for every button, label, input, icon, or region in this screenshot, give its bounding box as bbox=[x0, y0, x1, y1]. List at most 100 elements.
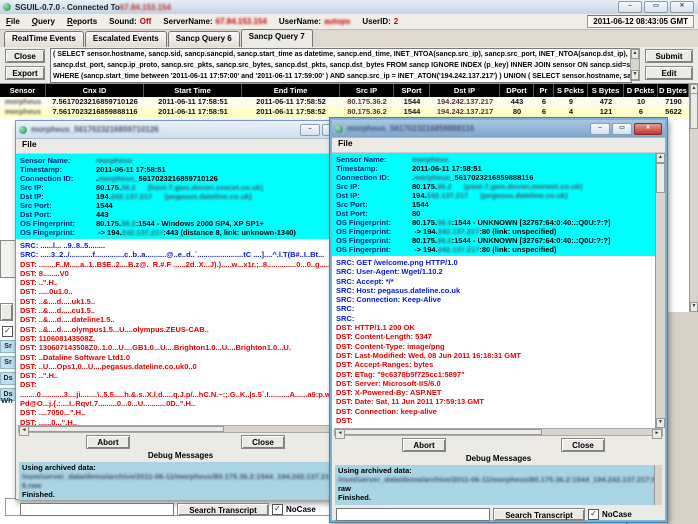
down-arrow-icon[interactable]: ▼ bbox=[690, 302, 698, 312]
column-header[interactable]: S Pckts bbox=[554, 84, 588, 97]
debug-line: Finished. bbox=[22, 490, 339, 499]
debug-line: raw bbox=[338, 484, 659, 493]
transcript-line: DST: Date: Sat, 11 Jun 2011 17:59:13 GMT bbox=[336, 397, 651, 406]
transcript-line: DST: 110608143508Z. bbox=[20, 334, 341, 343]
transcript-line: SRC: Connection: Keep-Alive bbox=[336, 295, 651, 304]
transcript-line: SRC: Accept: */* bbox=[336, 277, 651, 286]
left-button-fragment[interactable] bbox=[0, 303, 13, 321]
window-controls: – ▭ ✕ bbox=[618, 1, 698, 13]
minimize-icon[interactable]: – bbox=[590, 123, 610, 135]
menu-file[interactable]: File bbox=[6, 17, 20, 26]
search-input[interactable] bbox=[20, 503, 174, 516]
column-header[interactable]: Src IP bbox=[340, 84, 394, 97]
scrollbar-thumb[interactable] bbox=[344, 429, 542, 435]
file-menu[interactable]: File bbox=[22, 139, 37, 149]
search-input[interactable] bbox=[336, 508, 490, 521]
debug-messages-label: Debug Messages bbox=[332, 454, 665, 464]
main-title-text: SGUIL-0.7.0 - Connected To bbox=[15, 3, 120, 12]
debug-messages: Using archived data:/nsm/server_data/dem… bbox=[335, 465, 662, 505]
column-header[interactable]: End Time bbox=[242, 84, 340, 97]
column-header[interactable]: D Pckts bbox=[624, 84, 658, 97]
tab[interactable]: RealTime Events bbox=[4, 31, 84, 47]
close-button[interactable]: Close bbox=[561, 438, 605, 452]
scrollbar-thumb[interactable] bbox=[690, 93, 698, 129]
column-header[interactable]: S Bytes bbox=[588, 84, 624, 97]
transcript-body: Sensor Name:morpheus Timestamp:2011-06-1… bbox=[16, 154, 345, 425]
menu-query[interactable]: Query bbox=[32, 17, 55, 26]
summary-field: Dst Port:443 bbox=[20, 210, 341, 219]
abort-button[interactable]: Abort bbox=[402, 438, 446, 452]
transcript-line: SRC: GET /welcome.png HTTP/1.0 bbox=[336, 258, 651, 267]
globe-icon bbox=[19, 126, 27, 134]
column-header[interactable]: Cnx ID bbox=[46, 84, 144, 97]
query-submit-button[interactable]: Submit bbox=[645, 49, 693, 63]
scrollbar-thumb[interactable] bbox=[28, 426, 224, 432]
query-line: WHERE (sancp.start_time between '2011-06… bbox=[53, 71, 631, 82]
debug-scrollbar[interactable] bbox=[654, 465, 662, 505]
nocase-checkbox[interactable]: ✓ bbox=[588, 509, 599, 520]
transcript-vertical-scrollbar[interactable]: ▲ ▼ bbox=[655, 153, 665, 428]
close-icon[interactable]: ✕ bbox=[634, 123, 662, 135]
sound-status: Sound:Off bbox=[109, 17, 151, 26]
summary-field: Connection ID:.morpheus_5617023216859888… bbox=[336, 173, 651, 182]
tab[interactable]: Sancp Query 7 bbox=[241, 29, 313, 47]
transcript-line: DST: ..&....d.....uk1.5.. bbox=[20, 297, 341, 306]
column-header[interactable]: Sensor bbox=[0, 84, 46, 97]
tab[interactable]: Escalated Events bbox=[85, 31, 167, 47]
transcript-line: DST: ..".H.. bbox=[20, 278, 341, 287]
minimize-icon[interactable]: – bbox=[618, 1, 642, 13]
transcript-line: SRC: bbox=[336, 304, 651, 313]
summary-field: Src Port:1544 bbox=[336, 200, 651, 209]
column-header[interactable]: Pr bbox=[534, 84, 554, 97]
maximize-icon[interactable]: ▭ bbox=[612, 123, 632, 135]
tab[interactable]: Sancp Query 6 bbox=[168, 31, 240, 47]
query-text[interactable]: ( SELECT sensor.hostname, sancp.sid, san… bbox=[50, 48, 632, 83]
up-arrow-icon[interactable]: ▲ bbox=[631, 49, 639, 59]
column-header[interactable]: Dst IP bbox=[430, 84, 500, 97]
transcript-content[interactable]: SRC: GET /welcome.png HTTP/1.0SRC: User-… bbox=[332, 256, 665, 428]
down-arrow-icon[interactable]: ▼ bbox=[631, 70, 639, 80]
transcript-line: DST: Content-Type: image/png bbox=[336, 342, 651, 351]
column-header[interactable]: D Bytes bbox=[658, 84, 689, 97]
search-transcript-button[interactable]: Search Transcript bbox=[493, 508, 585, 521]
column-header[interactable]: Start Time bbox=[144, 84, 242, 97]
menu-reports[interactable]: Reports bbox=[67, 17, 97, 26]
tab-bar: RealTime EventsEscalated EventsSancp Que… bbox=[0, 30, 698, 47]
debug-line: Finished. bbox=[338, 493, 659, 502]
file-menu[interactable]: File bbox=[338, 138, 353, 148]
summary-field: Src Port:1544 bbox=[20, 201, 341, 210]
transcript-content[interactable]: SRC: ......l... ..9..8..5........SRC: ..… bbox=[16, 239, 345, 425]
table-row[interactable]: morpheus7.5617023216859888116 2011-06-11… bbox=[0, 107, 689, 117]
nocase-checkbox[interactable]: ✓ bbox=[272, 504, 283, 515]
transcript-line: DST: Server: Microsoft-IIS/6.0 bbox=[336, 379, 651, 388]
transcript-line: DST: ETag: "9c6378b5f725cc1:5897" bbox=[336, 370, 651, 379]
column-header[interactable]: SPort bbox=[394, 84, 430, 97]
query-export-button[interactable]: Export bbox=[5, 66, 45, 80]
abort-button[interactable]: Abort bbox=[86, 435, 130, 449]
query-edit-button[interactable]: Edit bbox=[645, 66, 693, 80]
close-button[interactable]: Close bbox=[241, 435, 285, 449]
search-transcript-button[interactable]: Search Transcript bbox=[177, 503, 269, 516]
table-row[interactable]: morpheus7.5617023216859710126 2011-06-11… bbox=[0, 97, 689, 107]
column-header[interactable]: DPort bbox=[500, 84, 534, 97]
summary-field: Src IP:80.175.36.2(post-7.gws.devon.morw… bbox=[336, 182, 651, 191]
horizontal-scrollbar[interactable]: ◄ ► bbox=[18, 425, 343, 433]
maximize-icon[interactable]: ▭ bbox=[644, 1, 668, 13]
right-arrow-icon[interactable]: ► bbox=[652, 429, 662, 439]
down-arrow-icon[interactable]: ▼ bbox=[656, 418, 665, 428]
debug-line: /nsm/server_data/demo/archive/2011-06-11… bbox=[22, 472, 339, 481]
transcript-title-bar: morpheus_5617023216859710126 – ▭ bbox=[16, 121, 345, 139]
query-close-button[interactable]: Close bbox=[5, 49, 45, 63]
scrollbar-thumb[interactable] bbox=[656, 163, 665, 193]
minimize-icon[interactable]: – bbox=[300, 124, 320, 136]
clock: 2011-06-12 08:43:05 GMT bbox=[587, 15, 694, 28]
up-arrow-icon[interactable]: ▲ bbox=[656, 153, 665, 163]
search-bar: Search Transcript ✓ NoCase bbox=[16, 501, 345, 519]
main-vertical-scrollbar[interactable]: ▲ ▼ bbox=[689, 84, 698, 312]
transcript-line: DST: ..&....d.....cu1.5.. bbox=[20, 306, 341, 315]
query-scrollbar[interactable]: ▲ ▼ bbox=[630, 48, 640, 81]
debug-messages: Using archived data:/nsm/server_data/dem… bbox=[19, 462, 342, 500]
left-checkbox[interactable]: ✓ bbox=[2, 326, 13, 337]
horizontal-scrollbar[interactable]: ◄ ► bbox=[334, 428, 663, 436]
close-icon[interactable]: ✕ bbox=[670, 1, 694, 13]
